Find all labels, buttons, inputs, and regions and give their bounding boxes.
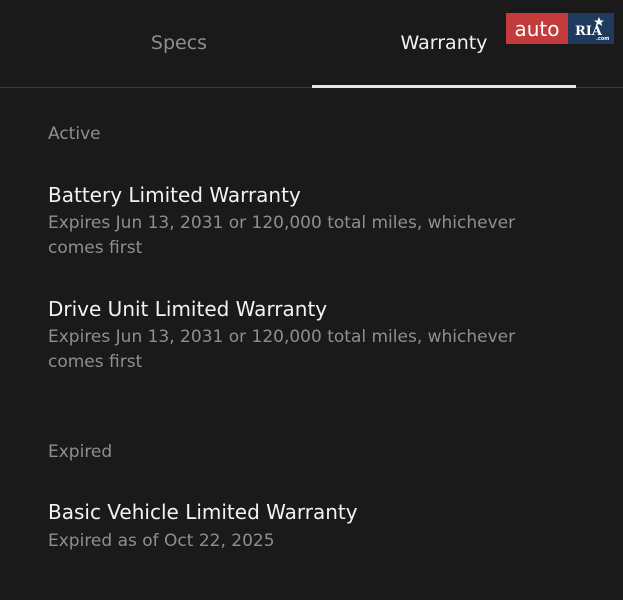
autoria-logo: auto RIA .com [506, 13, 614, 44]
logo-ria-block: RIA .com [568, 13, 614, 44]
logo-auto-text: auto [514, 16, 560, 41]
section-label-expired: Expired [48, 442, 113, 462]
warranty-title-basic-vehicle: Basic Vehicle Limited Warranty [48, 500, 358, 524]
warranty-title-drive-unit: Drive Unit Limited Warranty [48, 297, 328, 321]
warranty-subtitle-basic-vehicle: Expired as of Oct 22, 2025 [48, 531, 275, 551]
warranty-subtitle-battery: Expires Jun 13, 2031 or 120,000 total mi… [48, 213, 516, 258]
section-label-active: Active [48, 124, 101, 144]
svg-text:.com: .com [596, 36, 609, 41]
warranty-title-battery: Battery Limited Warranty [48, 183, 301, 207]
tab-specs[interactable]: Specs [48, 0, 310, 88]
tab-warranty-label: Warranty [400, 32, 488, 54]
active-tab-indicator [312, 85, 576, 88]
tab-specs-label: Specs [150, 32, 208, 54]
logo-ria-mark-icon: RIA .com [575, 17, 609, 41]
logo-auto-block: auto [506, 13, 568, 44]
warranty-subtitle-drive-unit: Expires Jun 13, 2031 or 120,000 total mi… [48, 327, 516, 372]
